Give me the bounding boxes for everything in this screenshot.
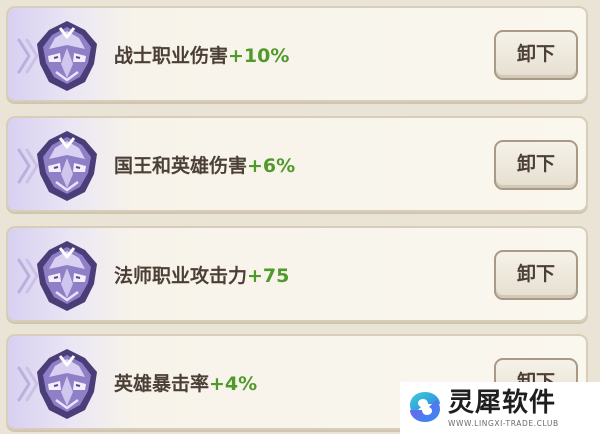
effect-title: 法师职业攻击力 [114,265,248,287]
purple-mask-emblem-icon [37,241,97,311]
unequip-button[interactable]: 卸下 [494,250,578,300]
effect-row: 法师职业攻击力+75 卸下 [6,226,588,322]
effect-label: 战士职业伤害+10% [114,42,289,70]
effect-label: 法师职业攻击力+75 [114,262,289,290]
watermark-url: WWW.LINGXI-TRADE.CLUB [448,419,559,428]
effect-title: 战士职业伤害 [114,45,229,67]
purple-mask-emblem-icon [37,349,97,419]
purple-mask-emblem-icon [37,131,97,201]
unequip-button[interactable]: 卸下 [494,140,578,190]
effect-value: +10% [228,45,290,67]
equipment-effect-list: 战士职业伤害+10% 卸下 国王和英雄伤害+6% 卸下 法师职业攻击力+75 卸… [0,0,600,434]
lingxi-logo-icon [410,392,440,422]
unequip-button[interactable]: 卸下 [494,30,578,80]
effect-label: 英雄暴击率+4% [114,370,257,398]
effect-value: +6% [247,155,296,177]
site-watermark: 灵犀软件 WWW.LINGXI-TRADE.CLUB [400,382,600,434]
effect-title: 英雄暴击率 [114,373,210,395]
effect-label: 国王和英雄伤害+6% [114,152,295,180]
effect-value: +4% [209,373,258,395]
effect-row: 国王和英雄伤害+6% 卸下 [6,116,588,212]
purple-mask-emblem-icon [37,21,97,91]
effect-row: 战士职业伤害+10% 卸下 [6,6,588,102]
effect-title: 国王和英雄伤害 [114,155,248,177]
watermark-brand: 灵犀软件 [448,388,557,418]
effect-value: +75 [247,265,290,287]
